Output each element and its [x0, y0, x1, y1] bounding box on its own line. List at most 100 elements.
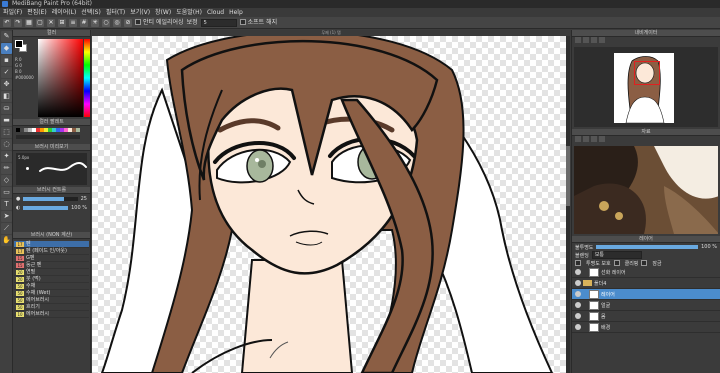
zoom-in-icon[interactable]	[575, 37, 581, 43]
snap-off-icon[interactable]: ⊘	[124, 18, 132, 27]
select-pen-icon[interactable]: ✏	[1, 163, 12, 174]
hand-tool-icon[interactable]: ✋	[1, 235, 12, 246]
brush-size-badge: 50	[16, 283, 24, 289]
magic-wand-icon[interactable]: ✦	[1, 151, 12, 162]
layer-row[interactable]: 얼굴	[572, 300, 720, 311]
snap-curve-icon[interactable]: ◎	[113, 18, 121, 27]
blur-tool-icon[interactable]: ✓	[1, 67, 12, 78]
canvas-tab[interactable]: 무제 (1) 탭	[92, 30, 570, 36]
operation-tool-icon[interactable]: ➤	[1, 211, 12, 222]
ref-open-icon[interactable]	[575, 136, 581, 142]
eye-icon[interactable]	[575, 269, 581, 275]
canvas-vertical-scrollbar[interactable]	[566, 36, 570, 373]
folder-icon	[583, 280, 592, 286]
navigator-viewport-rect[interactable]	[634, 61, 660, 85]
undo-icon[interactable]: ↶	[3, 18, 11, 27]
brush-name: 둥근 펜	[26, 261, 42, 268]
menu-cloud[interactable]: Cloud	[207, 8, 224, 17]
layer-name: 레이어	[601, 291, 615, 298]
eye-icon[interactable]	[575, 291, 581, 297]
fill-tool-icon[interactable]: ◧	[1, 91, 12, 102]
redo-icon[interactable]: ↷	[14, 18, 22, 27]
brush-size-icon: ●	[16, 195, 21, 202]
layer-blend-row: 블렌딩 보통	[572, 251, 720, 259]
snap-circle-icon[interactable]: ○	[102, 18, 110, 27]
menu-select[interactable]: 선택(S)	[81, 8, 101, 17]
lasso-tool-icon[interactable]: ◌	[1, 139, 12, 150]
deselect-icon[interactable]: ✕	[47, 18, 55, 27]
layers-title: 레이어	[572, 236, 720, 243]
eye-icon[interactable]	[575, 302, 581, 308]
transform-icon[interactable]: ⊞	[58, 18, 66, 27]
gradient-tool-icon[interactable]: ▬	[1, 115, 12, 126]
layer-row[interactable]: 몸	[572, 311, 720, 322]
navigator-title: 내비게이터	[572, 30, 720, 37]
brush-size-badge: 10	[16, 311, 24, 317]
brush-size-row: ● 25	[13, 194, 90, 203]
ref-fit-icon[interactable]	[591, 136, 597, 142]
layer-opacity-slider[interactable]	[596, 245, 699, 249]
layer-name: 배경	[601, 324, 611, 331]
layer-blend-select[interactable]: 보통	[591, 251, 642, 259]
select-tool-icon[interactable]: ⬚	[1, 127, 12, 138]
palette-swatch[interactable]	[76, 135, 80, 139]
select-eraser-icon[interactable]: ◇	[1, 175, 12, 186]
lock-checkbox[interactable]	[641, 260, 648, 266]
menu-layer[interactable]: 레이어(L)	[52, 8, 77, 17]
grid-icon[interactable]: ▦	[25, 18, 33, 27]
divide-tool-icon[interactable]: ▭	[1, 187, 12, 198]
clipping-checkbox[interactable]	[613, 260, 620, 266]
layer-row[interactable]: 레이어	[572, 289, 720, 300]
brush-size-slider[interactable]	[23, 196, 78, 201]
brush-tip-dot	[26, 167, 29, 170]
correction-label: 보정	[186, 18, 198, 26]
eyedropper-tool-icon[interactable]: ⟋	[1, 223, 12, 234]
bucket-tool-icon[interactable]: ⛀	[1, 103, 12, 114]
eraser-tool-icon[interactable]: ◆	[1, 43, 12, 54]
dot-tool-icon[interactable]: ▪	[1, 55, 12, 66]
fit-icon[interactable]	[591, 37, 597, 43]
reference-image[interactable]	[574, 146, 718, 234]
brush-size-badge: 17	[16, 248, 24, 254]
brush-size-badge: 15	[16, 262, 24, 268]
antialias-checkbox[interactable]	[135, 19, 141, 25]
snap-parallel-icon[interactable]: ≡	[69, 18, 77, 27]
saturation-value-area[interactable]	[38, 39, 83, 117]
zoom-out-icon[interactable]	[583, 37, 589, 43]
eye-icon[interactable]	[575, 280, 581, 286]
snap-radial-icon[interactable]: ✳	[91, 18, 99, 27]
layer-row[interactable]: 선화 레이어	[572, 267, 720, 278]
ref-pick-icon[interactable]	[599, 136, 605, 142]
brush-list-title: 브러시 (NON 계산)	[13, 232, 90, 239]
menu-file[interactable]: 파일(F)	[3, 8, 22, 17]
protect-alpha-checkbox[interactable]	[575, 260, 581, 266]
ref-zoom-icon[interactable]	[583, 136, 589, 142]
palette-swatch[interactable]	[76, 128, 80, 132]
scrollbar-thumb[interactable]	[566, 146, 570, 206]
palette-panel-title: 컬러 팔레트	[13, 119, 90, 126]
soft-delete-checkbox[interactable]	[239, 19, 246, 25]
menu-edit[interactable]: 편집(E)	[27, 8, 47, 17]
foreground-color-swatch[interactable]	[15, 40, 23, 48]
eye-icon[interactable]	[575, 324, 581, 330]
drawing-canvas[interactable]: 무제 (1) 탭	[92, 30, 570, 373]
rotate-icon[interactable]	[599, 37, 605, 43]
correction-select[interactable]: 5	[200, 18, 237, 27]
brush-list-item[interactable]: 10 에어브러시	[14, 311, 89, 318]
brush-size-badge: 50	[16, 290, 24, 296]
navigator-controls	[572, 37, 720, 45]
text-tool-icon[interactable]: T	[1, 199, 12, 210]
layer-row[interactable]: 배경	[572, 322, 720, 333]
navigator-preview[interactable]	[574, 47, 718, 127]
snap-cross-icon[interactable]: #	[80, 18, 88, 27]
brush-name: 연필	[26, 268, 36, 275]
move-tool-icon[interactable]: ✥	[1, 79, 12, 90]
menu-filter[interactable]: 필터(T)	[106, 8, 125, 17]
pen-tool-icon[interactable]: ✎	[1, 31, 12, 42]
brush-opacity-slider[interactable]	[23, 205, 69, 210]
eye-icon[interactable]	[575, 313, 581, 319]
layer-row[interactable]: 폴더4	[572, 278, 720, 289]
select-all-icon[interactable]: ▢	[36, 18, 44, 27]
window-title: MediBang Paint Pro (64bit)	[12, 0, 92, 7]
hue-slider[interactable]	[84, 39, 90, 117]
